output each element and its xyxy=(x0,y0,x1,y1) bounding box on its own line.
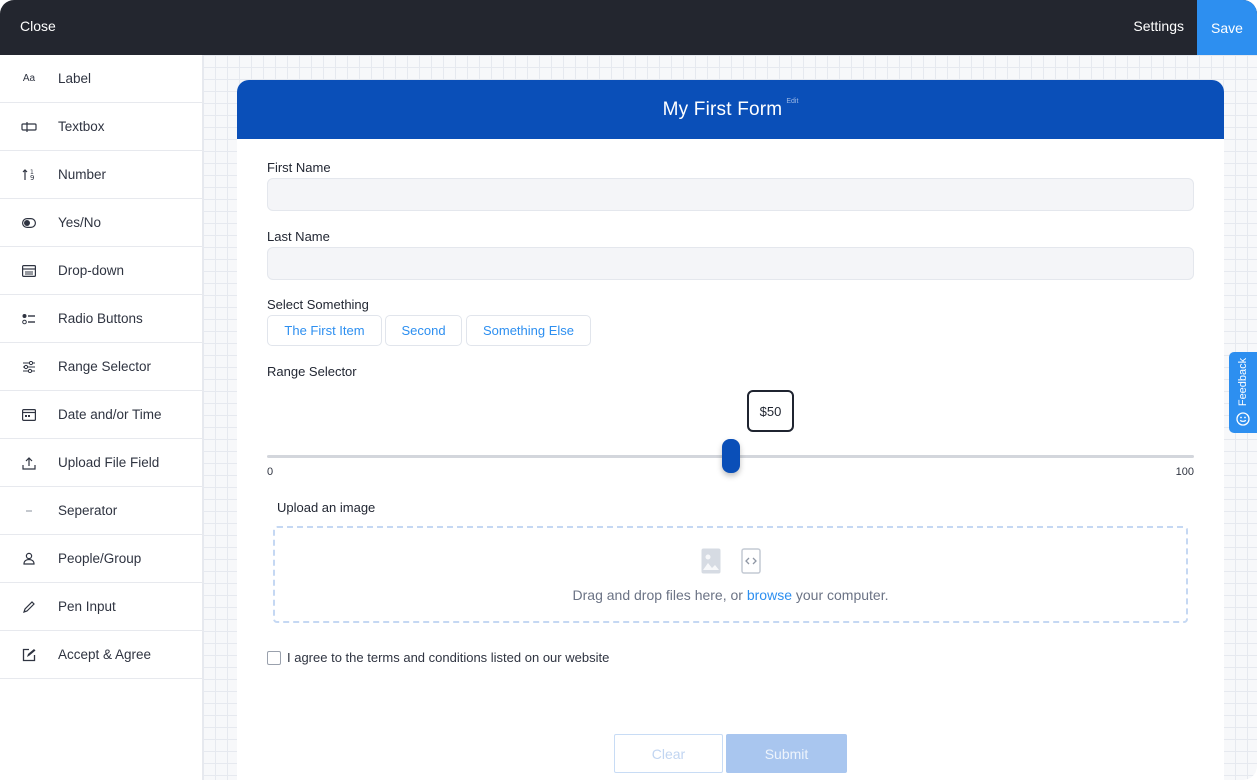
form-title: My First Form xyxy=(662,98,783,120)
choice-button[interactable]: Second xyxy=(385,315,462,346)
sidebar-item-text: Range Selector xyxy=(58,359,152,374)
submit-button[interactable]: Submit xyxy=(726,734,847,773)
terms-agreement: I agree to the terms and conditions list… xyxy=(267,650,609,665)
pen-icon xyxy=(20,598,38,616)
toggle-icon xyxy=(20,214,38,232)
last-name-label: Last Name xyxy=(267,229,330,244)
sidebar-item-separator[interactable]: Seperator xyxy=(0,487,202,535)
feedback-label: Feedback xyxy=(1237,357,1249,407)
dropzone-text-end: your computer. xyxy=(791,587,889,603)
sidebar-item-text: Seperator xyxy=(58,503,118,518)
sidebar-item-people-group[interactable]: People/Group xyxy=(0,535,202,583)
label-icon: Aa xyxy=(22,73,36,84)
sidebar-item-text: Date and/or Time xyxy=(58,407,162,422)
sidebar-item-date-time[interactable]: Date and/or Time xyxy=(0,391,202,439)
smiley-icon xyxy=(1236,412,1250,431)
terms-text: I agree to the terms and conditions list… xyxy=(287,650,610,665)
close-button[interactable]: Close xyxy=(20,18,56,34)
sidebar-item-text: Number xyxy=(58,167,107,182)
range-min-label: 0 xyxy=(267,466,274,478)
edit-title-link[interactable]: Edit xyxy=(786,98,798,105)
first-name-label: First Name xyxy=(267,160,331,175)
number-icon: 91 xyxy=(20,166,38,184)
sidebar-item-range-selector[interactable]: Range Selector xyxy=(0,343,202,391)
sidebar-item-text: Yes/No xyxy=(58,215,102,230)
sidebar-item-radio-buttons[interactable]: Radio Buttons xyxy=(0,295,202,343)
upload-image-label: Upload an image xyxy=(277,500,376,515)
range-value-tooltip: $50 xyxy=(747,390,794,432)
sidebar-item-number[interactable]: 91 Number xyxy=(0,151,202,199)
sidebar-item-text: Textbox xyxy=(58,119,105,134)
clear-button[interactable]: Clear xyxy=(614,734,723,773)
sidebar-item-upload-file[interactable]: Upload File Field xyxy=(0,439,202,487)
sidebar-item-pen-input[interactable]: Pen Input xyxy=(0,583,202,631)
dropdown-icon xyxy=(20,262,38,280)
sidebar-item-text: Upload File Field xyxy=(58,455,160,470)
form-card: My First Form Edit First Name Last Name … xyxy=(237,80,1224,780)
settings-button[interactable]: Settings xyxy=(1133,18,1184,34)
sidebar-item-textbox[interactable]: Textbox xyxy=(0,103,202,151)
sidebar-item-yes-no[interactable]: Yes/No xyxy=(0,199,202,247)
choice-button[interactable]: Something Else xyxy=(466,315,591,346)
save-button[interactable]: Save xyxy=(1197,0,1257,55)
first-name-input[interactable] xyxy=(267,178,1194,211)
dropzone-icons xyxy=(275,548,1186,579)
textbox-icon xyxy=(20,118,38,136)
field-palette: Aa Label Textbox 91 Number Yes/No Drop-d… xyxy=(0,55,203,780)
sidebar-item-text: People/Group xyxy=(58,551,142,566)
sidebar-item-text: Radio Buttons xyxy=(58,311,143,326)
app-window: Close Settings Save Aa Label Textbox 91 … xyxy=(0,0,1257,780)
image-file-icon xyxy=(701,548,721,579)
file-dropzone[interactable]: Drag and drop files here, or browse your… xyxy=(273,526,1188,623)
form-header: My First Form Edit xyxy=(237,80,1224,139)
sidebar-item-text: Pen Input xyxy=(58,599,116,614)
separator-icon xyxy=(20,502,38,520)
terms-checkbox[interactable] xyxy=(267,650,281,665)
calendar-icon xyxy=(20,406,38,424)
sliders-icon xyxy=(20,358,38,376)
dropzone-instructions: Drag and drop files here, or browse your… xyxy=(275,587,1186,603)
top-bar: Close Settings Save xyxy=(0,0,1257,55)
sidebar-item-text: Label xyxy=(58,71,92,86)
sidebar-item-text: Accept & Agree xyxy=(58,647,152,662)
choice-button[interactable]: The First Item xyxy=(267,315,382,346)
sidebar-item-label[interactable]: Aa Label xyxy=(0,55,202,103)
browse-link[interactable]: browse xyxy=(747,587,792,603)
feedback-tab[interactable]: Feedback xyxy=(1229,352,1257,433)
select-something-label: Select Something xyxy=(267,297,369,312)
person-icon xyxy=(20,550,38,568)
dropzone-text-start: Drag and drop files here, or xyxy=(572,587,747,603)
sidebar-item-text: Drop-down xyxy=(58,263,125,278)
range-thumb[interactable] xyxy=(722,439,740,473)
edit-box-icon xyxy=(20,646,38,664)
svg-text:1: 1 xyxy=(30,169,34,176)
range-selector-label: Range Selector xyxy=(267,364,357,379)
range-max-label: 100 xyxy=(1175,466,1194,478)
sidebar-item-accept-agree[interactable]: Accept & Agree xyxy=(0,631,202,679)
upload-icon xyxy=(20,454,38,472)
radio-list-icon xyxy=(20,310,38,328)
last-name-input[interactable] xyxy=(267,247,1194,280)
code-file-icon xyxy=(740,548,761,579)
sidebar-item-dropdown[interactable]: Drop-down xyxy=(0,247,202,295)
